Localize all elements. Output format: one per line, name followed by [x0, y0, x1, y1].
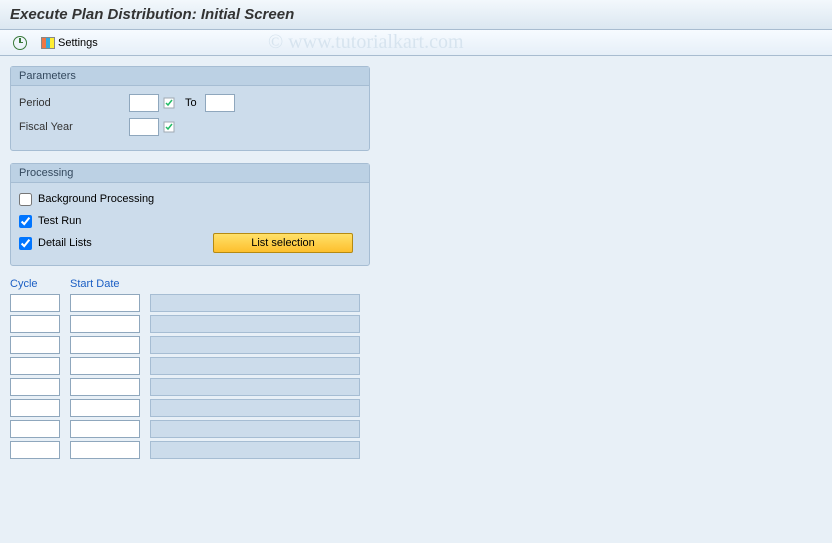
description-display: [150, 378, 360, 396]
clock-execute-icon: [13, 36, 27, 50]
fiscal-year-label: Fiscal Year: [19, 121, 129, 133]
background-label[interactable]: Background Processing: [38, 193, 154, 205]
cycle-input[interactable]: [10, 420, 60, 438]
table-row: [10, 399, 822, 417]
table-row: [10, 336, 822, 354]
testrun-label[interactable]: Test Run: [38, 215, 81, 227]
settings-button[interactable]: Settings: [36, 35, 103, 51]
cycle-input[interactable]: [10, 357, 60, 375]
required-icon: [161, 95, 177, 111]
parameters-group: Parameters Period To Fiscal Year: [10, 66, 370, 151]
period-label: Period: [19, 97, 129, 109]
toolbar: Settings: [0, 30, 832, 56]
start-date-input[interactable]: [70, 420, 140, 438]
table-row: [10, 294, 822, 312]
cycle-grid: [10, 294, 822, 459]
period-to-input[interactable]: [205, 94, 235, 112]
processing-title: Processing: [11, 164, 369, 183]
table-row: [10, 420, 822, 438]
page-title: Execute Plan Distribution: Initial Scree…: [0, 0, 832, 30]
description-display: [150, 315, 360, 333]
start-date-input[interactable]: [70, 336, 140, 354]
content-area: Parameters Period To Fiscal Year Process…: [0, 56, 832, 472]
start-date-input[interactable]: [70, 315, 140, 333]
required-icon: [161, 119, 177, 135]
background-checkbox[interactable]: [19, 193, 32, 206]
detail-checkbox[interactable]: [19, 237, 32, 250]
description-display: [150, 399, 360, 417]
table-row: [10, 378, 822, 396]
start-date-input[interactable]: [70, 357, 140, 375]
processing-group: Processing Background Processing Test Ru…: [10, 163, 370, 266]
cycle-column-header[interactable]: Cycle: [10, 278, 60, 290]
description-display: [150, 336, 360, 354]
cycle-input[interactable]: [10, 315, 60, 333]
settings-icon: [41, 37, 55, 49]
cycle-input[interactable]: [10, 378, 60, 396]
execute-button[interactable]: [8, 34, 32, 52]
list-selection-button[interactable]: List selection: [213, 233, 353, 253]
description-display: [150, 441, 360, 459]
testrun-checkbox[interactable]: [19, 215, 32, 228]
start-date-input[interactable]: [70, 378, 140, 396]
cycle-input[interactable]: [10, 294, 60, 312]
table-row: [10, 441, 822, 459]
column-headers: Cycle Start Date: [10, 278, 822, 290]
description-display: [150, 294, 360, 312]
period-from-input[interactable]: [129, 94, 159, 112]
settings-label: Settings: [58, 37, 98, 49]
startdate-column-header[interactable]: Start Date: [70, 278, 140, 290]
cycle-input[interactable]: [10, 336, 60, 354]
cycle-input[interactable]: [10, 399, 60, 417]
start-date-input[interactable]: [70, 441, 140, 459]
table-row: [10, 315, 822, 333]
start-date-input[interactable]: [70, 294, 140, 312]
detail-label[interactable]: Detail Lists: [38, 237, 92, 249]
start-date-input[interactable]: [70, 399, 140, 417]
description-display: [150, 357, 360, 375]
cycle-input[interactable]: [10, 441, 60, 459]
period-to-label: To: [185, 97, 197, 109]
fiscal-year-input[interactable]: [129, 118, 159, 136]
parameters-title: Parameters: [11, 67, 369, 86]
table-row: [10, 357, 822, 375]
description-display: [150, 420, 360, 438]
